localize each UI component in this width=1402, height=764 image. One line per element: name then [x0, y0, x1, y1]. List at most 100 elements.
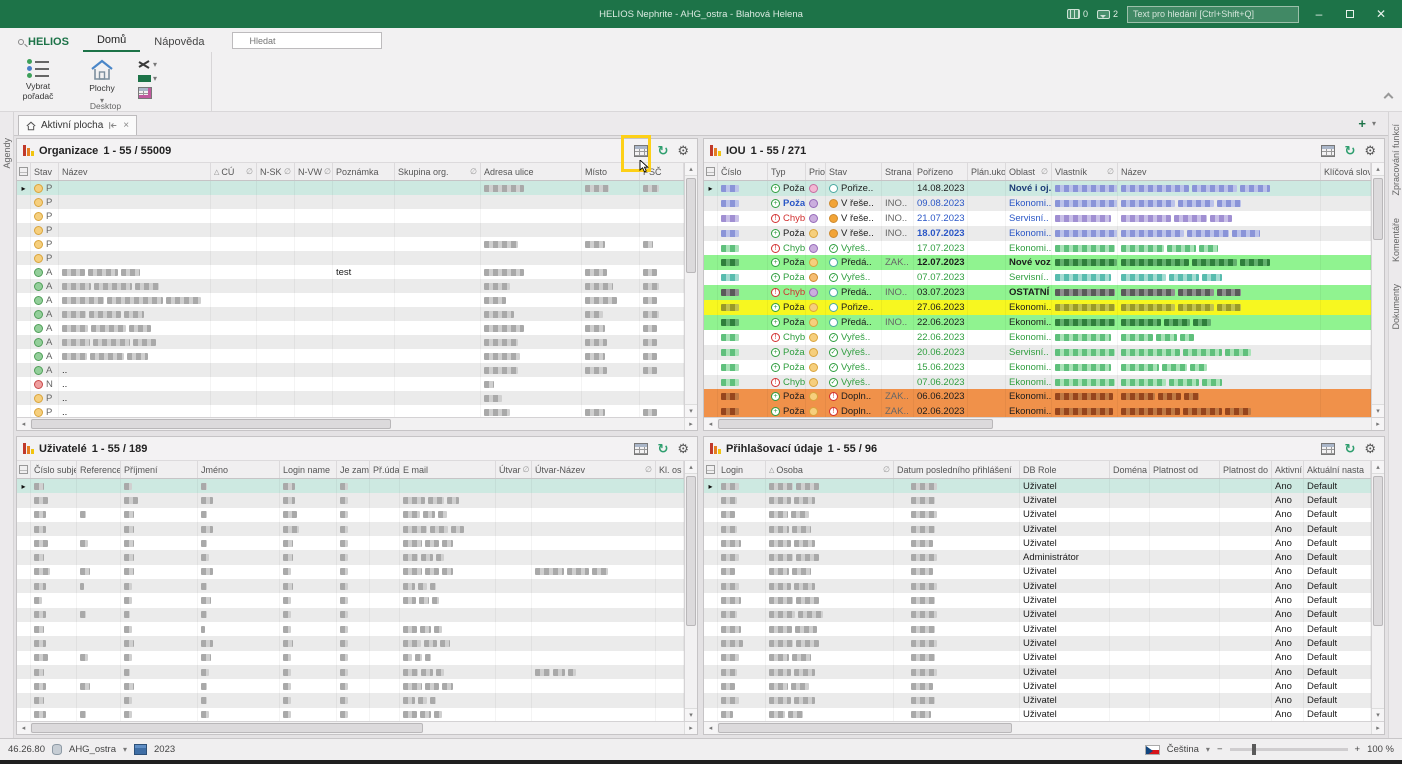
column-header[interactable]: Platnost do	[1220, 461, 1272, 478]
column-header[interactable]: Oblast∅	[1006, 163, 1052, 180]
row-selector[interactable]	[17, 237, 31, 251]
scrollbar-thumb[interactable]	[686, 476, 696, 626]
column-header[interactable]: N-SK∅	[257, 163, 295, 180]
table-row[interactable]: +Poža..Pořize..27.06.2023Ekonomi..	[704, 300, 1384, 315]
row-selector[interactable]	[704, 360, 718, 375]
row-selector[interactable]	[17, 636, 31, 650]
row-selector[interactable]	[17, 279, 31, 293]
scroll-left-button[interactable]: ◂	[704, 418, 717, 430]
table-row[interactable]: P	[17, 223, 697, 237]
ribbon-tab-napoveda[interactable]: Nápověda	[140, 33, 218, 52]
table-row[interactable]	[17, 693, 697, 707]
scroll-left-button[interactable]: ◂	[704, 722, 717, 734]
table-row[interactable]: +Poža..V řeše..INO..09.08.2023Ekonomi..	[704, 196, 1384, 211]
table-row[interactable]: A	[17, 279, 697, 293]
row-selector[interactable]	[704, 285, 718, 300]
column-header[interactable]: Místo	[582, 163, 640, 180]
row-selector[interactable]	[17, 293, 31, 307]
scrollbar-track[interactable]	[30, 418, 684, 430]
table-row[interactable]: UživatelAnoDefault	[704, 536, 1384, 550]
period-selector[interactable]: 2023	[154, 744, 175, 755]
dock-tab-komentare[interactable]: Komentáře	[1391, 218, 1401, 262]
row-selector[interactable]	[704, 665, 718, 679]
table-row[interactable]: UživatelAnoDefault	[704, 651, 1384, 665]
table-row[interactable]: !ChybaV řeše..INO..21.07.2023Servisní..	[704, 211, 1384, 226]
scroll-down-button[interactable]: ▾	[1372, 708, 1384, 721]
table-row[interactable]: A	[17, 321, 697, 335]
table-row[interactable]: UživatelAnoDefault	[704, 508, 1384, 522]
scroll-left-button[interactable]: ◂	[17, 418, 30, 430]
row-selector-header[interactable]	[17, 163, 31, 180]
horizontal-scrollbar[interactable]: ◂▸	[17, 417, 697, 430]
scrollbar-thumb[interactable]	[1373, 178, 1383, 240]
table-row[interactable]: A	[17, 349, 697, 363]
table-row[interactable]	[17, 593, 697, 607]
row-selector[interactable]	[704, 404, 718, 417]
column-header[interactable]: Je zamě	[337, 461, 370, 478]
row-selector[interactable]	[17, 391, 31, 405]
row-selector[interactable]	[704, 679, 718, 693]
column-header[interactable]: Platnost od	[1150, 461, 1220, 478]
table-row[interactable]	[17, 550, 697, 564]
column-header[interactable]: △CÚ∅	[211, 163, 257, 180]
settings-gear-icon[interactable]: ⚙	[1364, 442, 1376, 455]
column-header[interactable]: Příjmení	[121, 461, 198, 478]
row-selector[interactable]	[17, 608, 31, 622]
table-row[interactable]	[17, 622, 697, 636]
scrollbar-thumb[interactable]	[31, 723, 423, 733]
vertical-scrollbar[interactable]: ▴▾	[1371, 461, 1384, 721]
vertical-scrollbar[interactable]: ▴▾	[1371, 163, 1384, 417]
dock-tab-dokumenty[interactable]: Dokumenty	[1391, 284, 1401, 330]
scroll-right-button[interactable]: ▸	[1371, 418, 1384, 430]
table-row[interactable]: UživatelAnoDefault	[704, 565, 1384, 579]
row-selector[interactable]	[704, 241, 718, 256]
color-scheme-button[interactable]: ▾	[138, 74, 157, 83]
row-selector[interactable]	[704, 651, 718, 665]
database-selector[interactable]: AHG_ostra	[69, 744, 116, 755]
row-selector[interactable]	[17, 349, 31, 363]
row-selector[interactable]	[17, 550, 31, 564]
table-row[interactable]: +Poža..!Dopln..ZAK..06.06.2023Ekonomi..	[704, 389, 1384, 404]
row-selector[interactable]: ▸	[17, 181, 31, 195]
dock-tab-zpracovani-funkci[interactable]: Zpracování funkcí	[1391, 124, 1401, 196]
row-selector[interactable]	[704, 226, 718, 241]
row-selector[interactable]	[17, 405, 31, 417]
row-selector[interactable]	[704, 579, 718, 593]
table-row[interactable]: UživatelAnoDefault	[704, 593, 1384, 607]
row-selector[interactable]: ▸	[704, 181, 718, 196]
maximize-button[interactable]	[1339, 10, 1361, 18]
row-selector[interactable]	[17, 209, 31, 223]
table-row[interactable]: +Poža..!Dopln..ZAK..02.06.2023Ekonomi..	[704, 404, 1384, 417]
table-row[interactable]	[17, 565, 697, 579]
settings-gear-icon[interactable]: ⚙	[1364, 144, 1376, 157]
scroll-up-button[interactable]: ▴	[1372, 461, 1384, 474]
row-selector[interactable]	[17, 708, 31, 721]
row-selector[interactable]	[704, 693, 718, 707]
table-row[interactable]	[17, 493, 697, 507]
row-selector[interactable]	[17, 508, 31, 522]
scroll-right-button[interactable]: ▸	[1371, 722, 1384, 734]
scroll-down-button[interactable]: ▾	[685, 404, 697, 417]
row-selector[interactable]	[704, 211, 718, 226]
row-selector[interactable]	[17, 363, 31, 377]
table-row[interactable]: +Poža..✓Vyřeš..15.06.2023Ekonomi..	[704, 360, 1384, 375]
row-selector[interactable]	[704, 300, 718, 315]
scrollbar-thumb[interactable]	[1373, 476, 1383, 626]
windows-badge[interactable]: 0	[1067, 9, 1088, 19]
column-header[interactable]: Skupina org.∅	[395, 163, 481, 180]
row-selector[interactable]	[17, 622, 31, 636]
table-row[interactable]: A	[17, 307, 697, 321]
table-row[interactable]: UživatelAnoDefault	[704, 636, 1384, 650]
row-selector[interactable]	[704, 255, 718, 270]
table-row[interactable]: ▸UživatelAnoDefault	[704, 479, 1384, 493]
row-selector[interactable]	[17, 377, 31, 391]
horizontal-scrollbar[interactable]: ◂▸	[704, 721, 1384, 734]
column-header[interactable]: Útvar-Název∅	[532, 461, 656, 478]
table-row[interactable]: UživatelAnoDefault	[704, 679, 1384, 693]
zoom-in-button[interactable]: +	[1355, 744, 1361, 755]
scroll-up-button[interactable]: ▴	[1372, 163, 1384, 176]
table-row[interactable]	[17, 679, 697, 693]
scroll-right-button[interactable]: ▸	[684, 418, 697, 430]
scroll-left-button[interactable]: ◂	[17, 722, 30, 734]
column-header[interactable]: Plán.ukon	[968, 163, 1006, 180]
